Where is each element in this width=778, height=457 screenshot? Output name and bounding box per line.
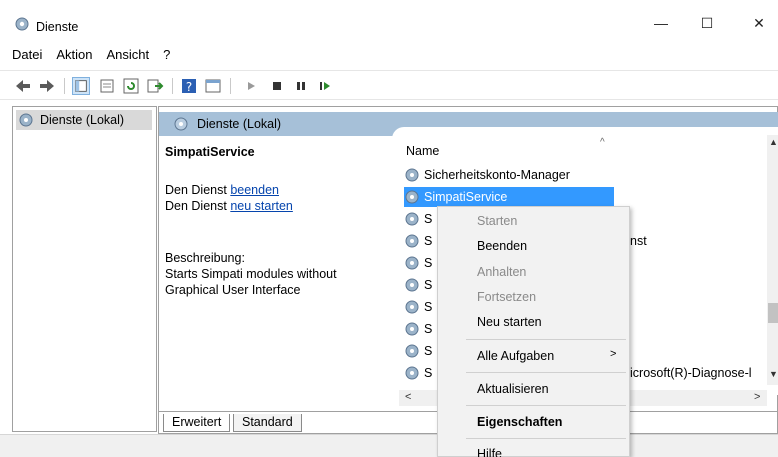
maximize-icon: ☐ — [700, 14, 714, 31]
list-item-name: S — [424, 366, 433, 380]
menu-item-fortsetzen[interactable]: Fortsetzen — [477, 290, 536, 304]
service-gear-icon — [405, 168, 419, 182]
menu-item-beenden[interactable]: Beenden — [477, 239, 527, 253]
tree-item-dienste-lokal[interactable]: Dienste (Lokal) — [16, 110, 152, 130]
stop-icon[interactable] — [268, 77, 286, 95]
menu-help[interactable]: ? — [163, 44, 170, 68]
scroll-down-icon[interactable]: ▼ — [769, 369, 778, 379]
scrollbar-thumb[interactable] — [768, 303, 778, 323]
menu-separator — [466, 438, 626, 439]
minimize-icon: — — [654, 15, 668, 31]
toolbar: ? — [0, 70, 778, 100]
services-gear-icon — [174, 117, 188, 131]
services-gear-icon — [19, 113, 33, 127]
close-button[interactable]: ✕ — [736, 8, 778, 38]
list-item-name: S — [424, 256, 433, 270]
list-item-name: S — [424, 234, 433, 248]
submenu-arrow-icon: > — [610, 348, 617, 360]
list-item-name: S — [424, 300, 433, 314]
service-gear-icon — [405, 322, 419, 336]
title-bar: Dienste — ☐ ✕ — [0, 0, 778, 40]
menu-separator — [466, 339, 626, 340]
properties-icon[interactable] — [98, 77, 116, 95]
service-gear-icon — [405, 256, 419, 270]
export-icon[interactable] — [146, 77, 164, 95]
service-name: SimpatiService — [165, 145, 255, 159]
sort-ascending-icon: ^ — [600, 137, 605, 148]
scroll-left-icon[interactable]: < — [405, 391, 411, 403]
console-tree-pane: Dienste (Lokal) — [12, 106, 157, 432]
restart-line: Den Dienst neu starten — [165, 199, 293, 213]
toolbar-separator — [64, 78, 65, 94]
list-item-name: SimpatiService — [424, 190, 508, 204]
list-item-selected[interactable]: SimpatiService — [404, 187, 614, 207]
help-icon[interactable]: ? — [180, 77, 198, 95]
scroll-up-icon[interactable]: ▲ — [769, 137, 778, 147]
restart-service-link[interactable]: neu starten — [230, 199, 293, 213]
column-header-name[interactable]: Name — [406, 144, 439, 158]
list-item-trailing: nst — [630, 234, 647, 248]
restart-icon[interactable] — [316, 77, 334, 95]
menu-item-aktualisieren[interactable]: Aktualisieren — [477, 382, 549, 396]
maximize-button[interactable]: ☐ — [684, 8, 730, 38]
back-icon[interactable] — [14, 77, 32, 95]
list-item-name: S — [424, 278, 433, 292]
service-details: SimpatiService Den Dienst beenden Den Di… — [165, 145, 391, 297]
menu-bar: Datei Aktion Ansicht ? — [0, 44, 778, 68]
pause-icon[interactable] — [292, 77, 310, 95]
tab-erweitert[interactable]: Erweitert — [163, 414, 231, 432]
tree-item-label: Dienste (Lokal) — [40, 113, 125, 127]
menu-item-anhalten[interactable]: Anhalten — [477, 265, 526, 279]
description-line-1: Starts Simpati modules without — [165, 267, 337, 281]
service-gear-icon — [405, 212, 419, 226]
toolbar-separator — [172, 78, 173, 94]
forward-icon[interactable] — [38, 77, 56, 95]
menu-item-starten[interactable]: Starten — [477, 214, 517, 228]
menu-item-alle-aufgaben[interactable]: Alle Aufgaben — [477, 349, 554, 363]
list-item-name: S — [424, 322, 433, 336]
refresh-icon[interactable] — [122, 77, 140, 95]
minimize-button[interactable]: — — [638, 8, 684, 38]
menu-datei[interactable]: Datei — [12, 44, 42, 68]
menu-separator — [466, 405, 626, 406]
stop-line: Den Dienst beenden — [165, 183, 279, 197]
toolbar-separator — [230, 78, 231, 94]
service-gear-icon — [405, 190, 419, 204]
stop-service-link[interactable]: beenden — [230, 183, 279, 197]
close-icon: ✕ — [753, 14, 765, 31]
service-gear-icon — [405, 234, 419, 248]
svg-text:?: ? — [186, 80, 192, 94]
menu-item-eigenschaften[interactable]: Eigenschaften — [477, 415, 562, 429]
menu-item-neu-starten[interactable]: Neu starten — [477, 315, 542, 329]
menu-aktion[interactable]: Aktion — [56, 44, 92, 68]
service-gear-icon — [405, 366, 419, 380]
list-item[interactable]: Sicherheitskonto-Manager — [404, 165, 764, 185]
menu-separator — [466, 372, 626, 373]
service-gear-icon — [405, 300, 419, 314]
menu-item-hilfe[interactable]: Hilfe — [477, 447, 502, 457]
vertical-scrollbar[interactable]: ▲ ▼ — [767, 135, 778, 385]
details-view-icon[interactable] — [204, 77, 222, 95]
list-item-name: Sicherheitskonto-Manager — [424, 168, 570, 182]
list-item-name: S — [424, 344, 433, 358]
status-bar — [0, 434, 778, 457]
scroll-right-icon[interactable]: > — [754, 391, 760, 403]
list-item-trailing: icrosoft(R)-Diagnose-l — [630, 366, 752, 380]
description-line-2: Graphical User Interface — [165, 283, 301, 297]
pane-header-title: Dienste (Lokal) — [197, 117, 282, 131]
start-icon[interactable] — [242, 77, 260, 95]
tab-standard[interactable]: Standard — [233, 414, 302, 432]
list-item-name: S — [424, 212, 433, 226]
stop-prefix: Den Dienst — [165, 183, 231, 197]
console-tree-icon[interactable] — [72, 77, 90, 95]
menu-ansicht[interactable]: Ansicht — [107, 44, 150, 68]
service-gear-icon — [405, 344, 419, 358]
context-menu: Starten Beenden Anhalten Fortsetzen Neu … — [437, 206, 630, 457]
restart-prefix: Den Dienst — [165, 199, 231, 213]
service-gear-icon — [405, 278, 419, 292]
description-label: Beschreibung: — [165, 251, 245, 265]
services-gear-icon — [15, 17, 29, 31]
window-title: Dienste — [36, 20, 79, 34]
